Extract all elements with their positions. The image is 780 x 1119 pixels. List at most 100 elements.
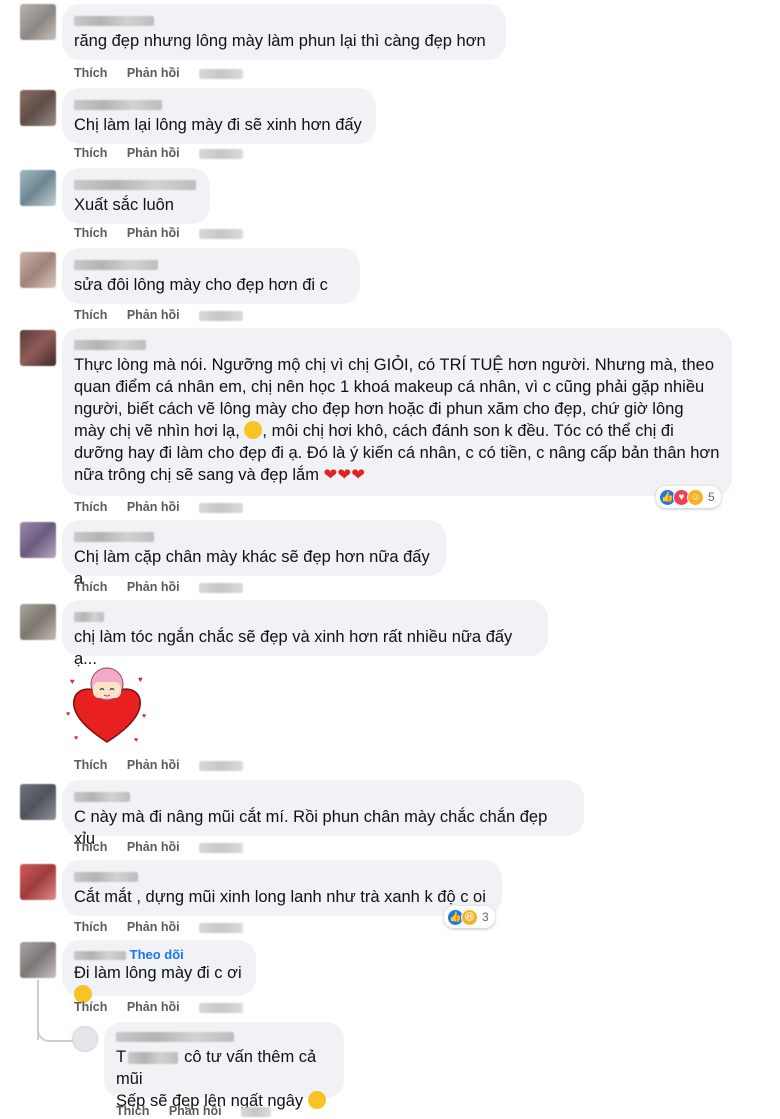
comment-bubble: Xuất sắc luôn (62, 168, 210, 224)
reply-button[interactable]: Phản hồi (127, 758, 180, 772)
hushed-emoji-icon (307, 1091, 326, 1109)
like-button[interactable]: Thích (74, 920, 107, 934)
author-name[interactable] (74, 531, 154, 542)
girl-heart-sticker[interactable]: ♥ ♥ ♥ ♥ ♥ ♥ (62, 660, 152, 750)
thread-connector (37, 1016, 73, 1042)
comment-bubble: Chị làm cặp chân mày khác sẽ đẹp hơn nữa… (62, 520, 446, 588)
comment-text: sửa đôi lông mày cho đẹp hơn đi c (74, 276, 328, 294)
comment-bubble: Tcô tư vấn thêm cả mũi Sếp sẽ đẹp lên ng… (104, 1022, 344, 1110)
comment-text-line: người, biết cách vẽ lông mày cho đẹp hơn… (74, 400, 684, 418)
avatar[interactable] (20, 90, 56, 126)
reply-button[interactable]: Phản hồi (127, 146, 180, 160)
author-name[interactable] (74, 179, 196, 190)
comment-text-fragment: T (116, 1048, 127, 1066)
comment-actions: Thích Phản hồi (74, 920, 259, 934)
reply-button[interactable]: Phản hồi (127, 66, 180, 80)
like-button[interactable]: Thích (116, 1104, 149, 1118)
comment-text: răng đẹp nhưng lông mày làm phun lại thì… (74, 32, 486, 50)
author-name[interactable] (74, 951, 126, 961)
comment-bubble: chị làm tóc ngắn chắc sẽ đẹp và xinh hơn… (62, 600, 548, 668)
timestamp[interactable] (199, 760, 244, 771)
like-button[interactable]: Thích (74, 146, 107, 160)
reply-button[interactable]: Phản hồi (127, 500, 180, 514)
author-name[interactable] (74, 791, 130, 802)
avatar[interactable] (20, 864, 56, 900)
comment-actions: Thích Phản hồi (74, 840, 259, 854)
comment-text-fragment: mày chị vẽ nhìn hơi lạ, (74, 422, 240, 440)
timestamp[interactable] (199, 582, 244, 593)
avatar[interactable] (20, 4, 56, 40)
comment-text-line: quan điểm cá nhân em, chị nên học 1 khoá… (74, 378, 705, 396)
like-button[interactable]: Thích (74, 580, 107, 594)
comment-actions: Thích Phản hồi (74, 146, 259, 160)
reply-button[interactable]: Phản hồi (127, 580, 180, 594)
comment-text-fragment: Đi làm lông mày đi c ơi (74, 964, 242, 982)
svg-text:♥: ♥ (66, 711, 70, 718)
comment-text-line: Thực lòng mà nói. Ngưỡng mộ chị vì chị G… (74, 356, 715, 374)
comment-text: Chị làm lại lông mày đi sẽ xinh hơn đấy (74, 116, 362, 134)
comment-actions: Thích Phản hồi (74, 66, 259, 80)
reply-button[interactable]: Phản hồi (127, 920, 180, 934)
comment-actions: Thích Phản hồi (74, 580, 259, 594)
follow-button[interactable]: Theo dõi (130, 947, 184, 962)
avatar[interactable] (20, 784, 56, 820)
comment-bubble: Cắt mắt , dựng mũi xinh long lanh như tr… (62, 860, 502, 916)
avatar[interactable] (20, 604, 56, 640)
comment-bubble: Thực lòng mà nói. Ngưỡng mộ chị vì chị G… (62, 328, 732, 496)
comment-bubble: C này mà đi nâng mũi cắt mí. Rồi phun ch… (62, 780, 584, 848)
reply-button[interactable]: Phản hồi (127, 308, 180, 322)
avatar[interactable] (20, 170, 56, 206)
avatar[interactable] (20, 330, 56, 366)
like-button[interactable]: Thích (74, 66, 107, 80)
author-name[interactable] (74, 15, 154, 26)
reply-button[interactable]: Phản hồi (127, 840, 180, 854)
comment-actions: Thích Phản hồi (74, 1000, 259, 1014)
avatar[interactable] (20, 942, 56, 978)
svg-text:♥: ♥ (138, 675, 143, 684)
like-button[interactable]: Thích (74, 840, 107, 854)
author-name[interactable] (116, 1031, 234, 1042)
author-name[interactable] (74, 611, 104, 622)
author-name[interactable] (74, 871, 138, 882)
care-reaction-icon: ☺ (687, 488, 704, 506)
timestamp[interactable] (199, 1002, 244, 1013)
timestamp[interactable] (241, 1106, 272, 1117)
comment-text-line: nữa trông chị sẽ sang và đẹp lắm ❤❤❤ (74, 464, 720, 486)
reaction-count: 5 (708, 490, 715, 504)
comment-bubble: Chị làm lại lông mày đi sẽ xinh hơn đấy (62, 88, 376, 144)
like-button[interactable]: Thích (74, 1000, 107, 1014)
reaction-summary[interactable]: 👍 ♥ ☺ 5 (656, 486, 721, 508)
timestamp[interactable] (199, 842, 244, 853)
like-button[interactable]: Thích (74, 500, 107, 514)
reply-button[interactable]: Phản hồi (127, 1000, 180, 1014)
comment-actions: Thích Phản hồi (74, 758, 259, 772)
author-name[interactable] (74, 339, 146, 350)
avatar[interactable] (72, 1026, 98, 1052)
like-button[interactable]: Thích (74, 308, 107, 322)
timestamp[interactable] (199, 922, 244, 933)
author-name[interactable] (74, 99, 162, 110)
like-button[interactable]: Thích (74, 226, 107, 240)
reply-button[interactable]: Phản hồi (127, 226, 180, 240)
reply-button[interactable]: Phản hồi (169, 1104, 222, 1118)
comment-text-fragment: , môi chị hơi khô, cách đánh son k đều. … (262, 422, 674, 440)
timestamp[interactable] (199, 68, 244, 79)
timestamp[interactable] (199, 228, 244, 239)
author-name[interactable] (74, 259, 158, 270)
avatar[interactable] (20, 252, 56, 288)
haha-reaction-icon: 😆 (461, 908, 478, 926)
like-button[interactable]: Thích (74, 758, 107, 772)
comment-actions: Thích Phản hồi (74, 308, 259, 322)
mentioned-name[interactable] (128, 1051, 179, 1064)
comment-text-line: mày chị vẽ nhìn hơi lạ, , môi chị hơi kh… (74, 420, 720, 442)
avatar[interactable] (20, 522, 56, 558)
timestamp[interactable] (199, 148, 244, 159)
comment-text: Cắt mắt , dựng mũi xinh long lanh như tr… (74, 888, 486, 906)
comment-actions: Thích Phản hồi (116, 1104, 287, 1118)
heart-emoji-icon: ❤❤❤ (323, 466, 366, 484)
reaction-summary[interactable]: 👍 😆 3 (444, 906, 495, 928)
timestamp[interactable] (199, 310, 244, 321)
svg-text:♥: ♥ (134, 737, 138, 744)
svg-text:♥: ♥ (74, 735, 78, 742)
timestamp[interactable] (199, 502, 244, 513)
